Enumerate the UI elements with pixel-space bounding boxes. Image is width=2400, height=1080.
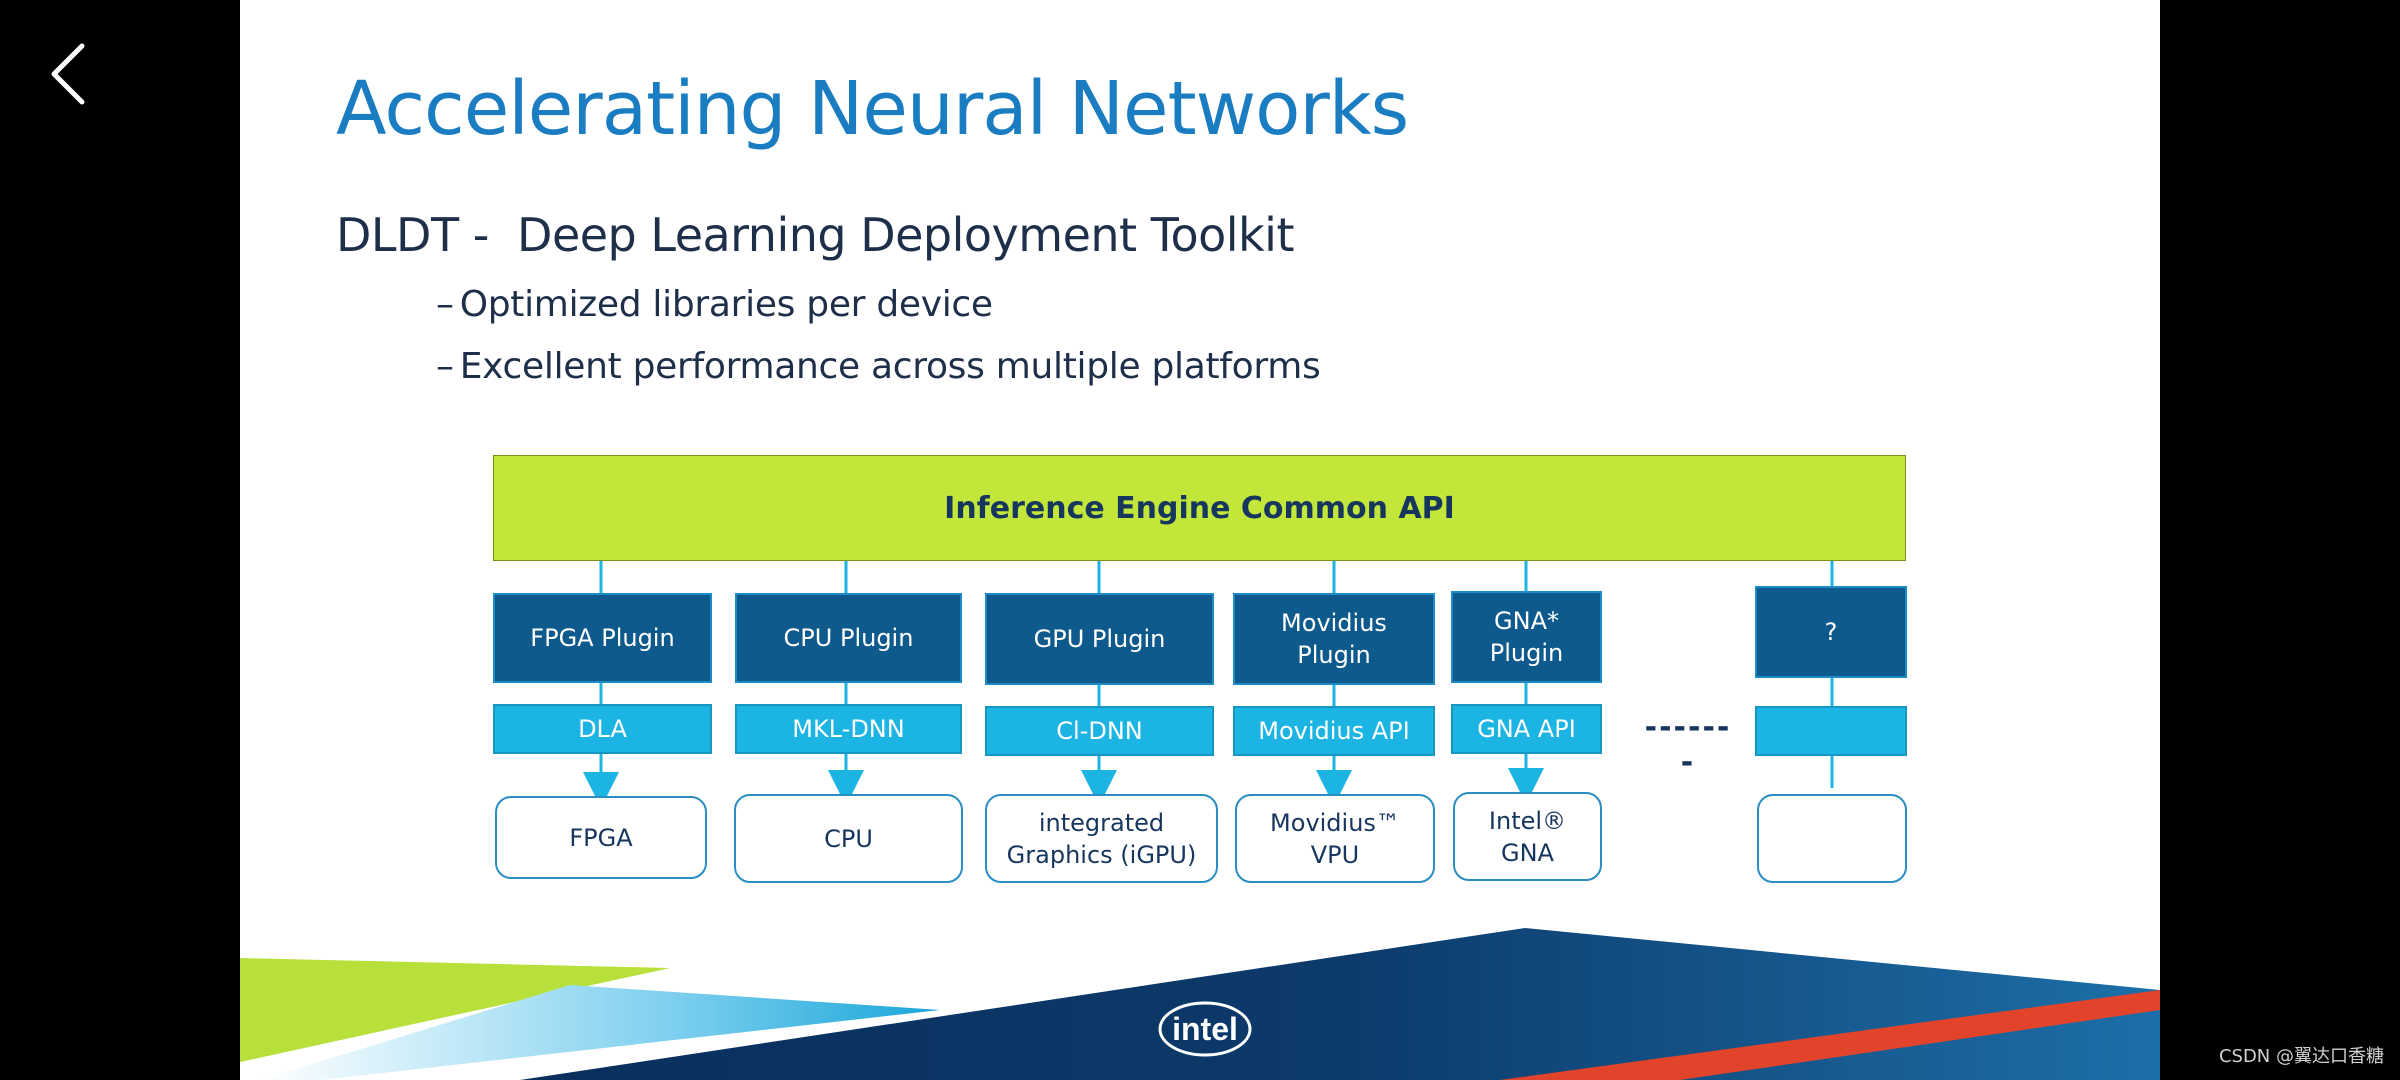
intel-logo-mark: intel	[1158, 1001, 1252, 1057]
back-button[interactable]	[40, 34, 100, 114]
chevron-left-icon	[51, 43, 85, 105]
watermark: CSDN @翼达口香糖	[2218, 1046, 2384, 1067]
intel-logo-text: intel	[1172, 1011, 1238, 1047]
footer-decoration	[240, 928, 2160, 1080]
presentation-slide: Accelerating Neural Networks DLDT - Deep…	[240, 0, 2160, 1080]
intel-logo: intel	[1155, 996, 1255, 1066]
